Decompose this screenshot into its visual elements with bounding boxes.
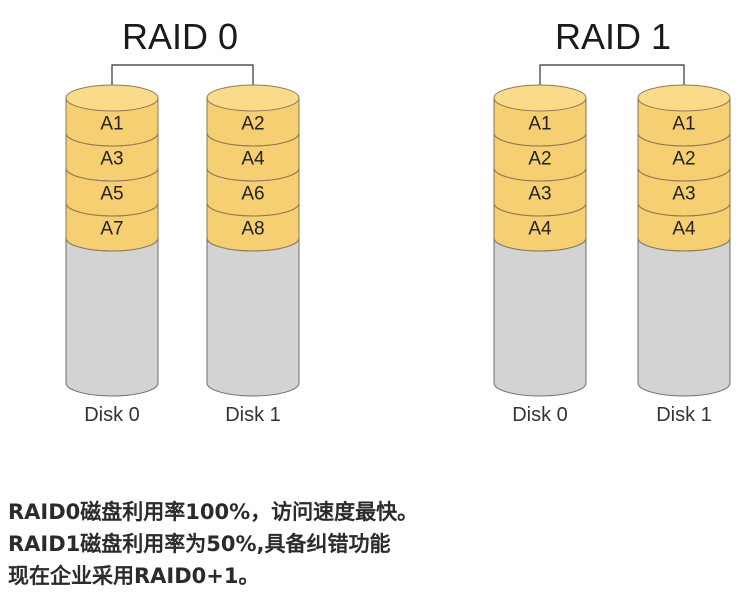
block-label: A7 (100, 219, 123, 240)
block-label: A5 (100, 184, 123, 205)
note-raid1: RAID1磁盘利用率为50%,具备纠错功能 (8, 532, 391, 556)
block-label: A2 (528, 149, 551, 170)
raid-diagram: RAID 0 A1 A3 A5 A7 Disk 0 A2 A4 A6 A8 Disk 1 RAID 1… (65, 16, 731, 426)
block-label: A3 (100, 149, 123, 170)
disk-label: Disk 0 (512, 404, 568, 426)
block-label: A4 (241, 149, 265, 170)
block-label: A4 (672, 219, 696, 240)
disk-top (637, 84, 731, 112)
disk-label: Disk 1 (225, 404, 281, 426)
disk-empty-space (206, 237, 300, 397)
block-label: A8 (241, 219, 264, 240)
block-label: A1 (672, 114, 695, 135)
notes: RAID0磁盘利用率100%，访问速度最快。 RAID1磁盘利用率为50%,具备… (8, 496, 748, 592)
block-label: A2 (241, 114, 264, 135)
block-label: A4 (528, 219, 552, 240)
disk-label: Disk 0 (84, 404, 140, 426)
disk-empty-space (493, 237, 587, 397)
block-label: A3 (528, 184, 551, 205)
block-label: A1 (100, 114, 123, 135)
disk-empty-space (637, 237, 731, 397)
disk-empty-space (65, 237, 159, 397)
disk-top (65, 84, 159, 112)
disk-top (493, 84, 587, 112)
block-label: A6 (241, 184, 264, 205)
raid-title: RAID 1 (555, 16, 671, 57)
block-label: A1 (528, 114, 551, 135)
disk-cylinder: A1 A2 A3 A4 Disk 0 (493, 84, 587, 426)
note-raid0: RAID0磁盘利用率100%，访问速度最快。 (8, 500, 419, 524)
raid-array-0: RAID 0 A1 A3 A5 A7 Disk 0 A2 A4 A6 A8 Disk 1 (65, 16, 300, 426)
raid-array-1: RAID 1 A1 A2 A3 A4 Disk 0 A1 A2 A3 A4 Disk 1 (493, 16, 731, 426)
block-label: A3 (672, 184, 695, 205)
note-enterprise: 现在企业采用RAID0+1。 (8, 564, 260, 588)
disk-cylinder: A2 A4 A6 A8 Disk 1 (206, 84, 300, 426)
disk-top (206, 84, 300, 112)
raid-title: RAID 0 (122, 16, 238, 57)
disk-cylinder: A1 A3 A5 A7 Disk 0 (65, 84, 159, 426)
disk-cylinder: A1 A2 A3 A4 Disk 1 (637, 84, 731, 426)
disk-label: Disk 1 (656, 404, 712, 426)
block-label: A2 (672, 149, 695, 170)
